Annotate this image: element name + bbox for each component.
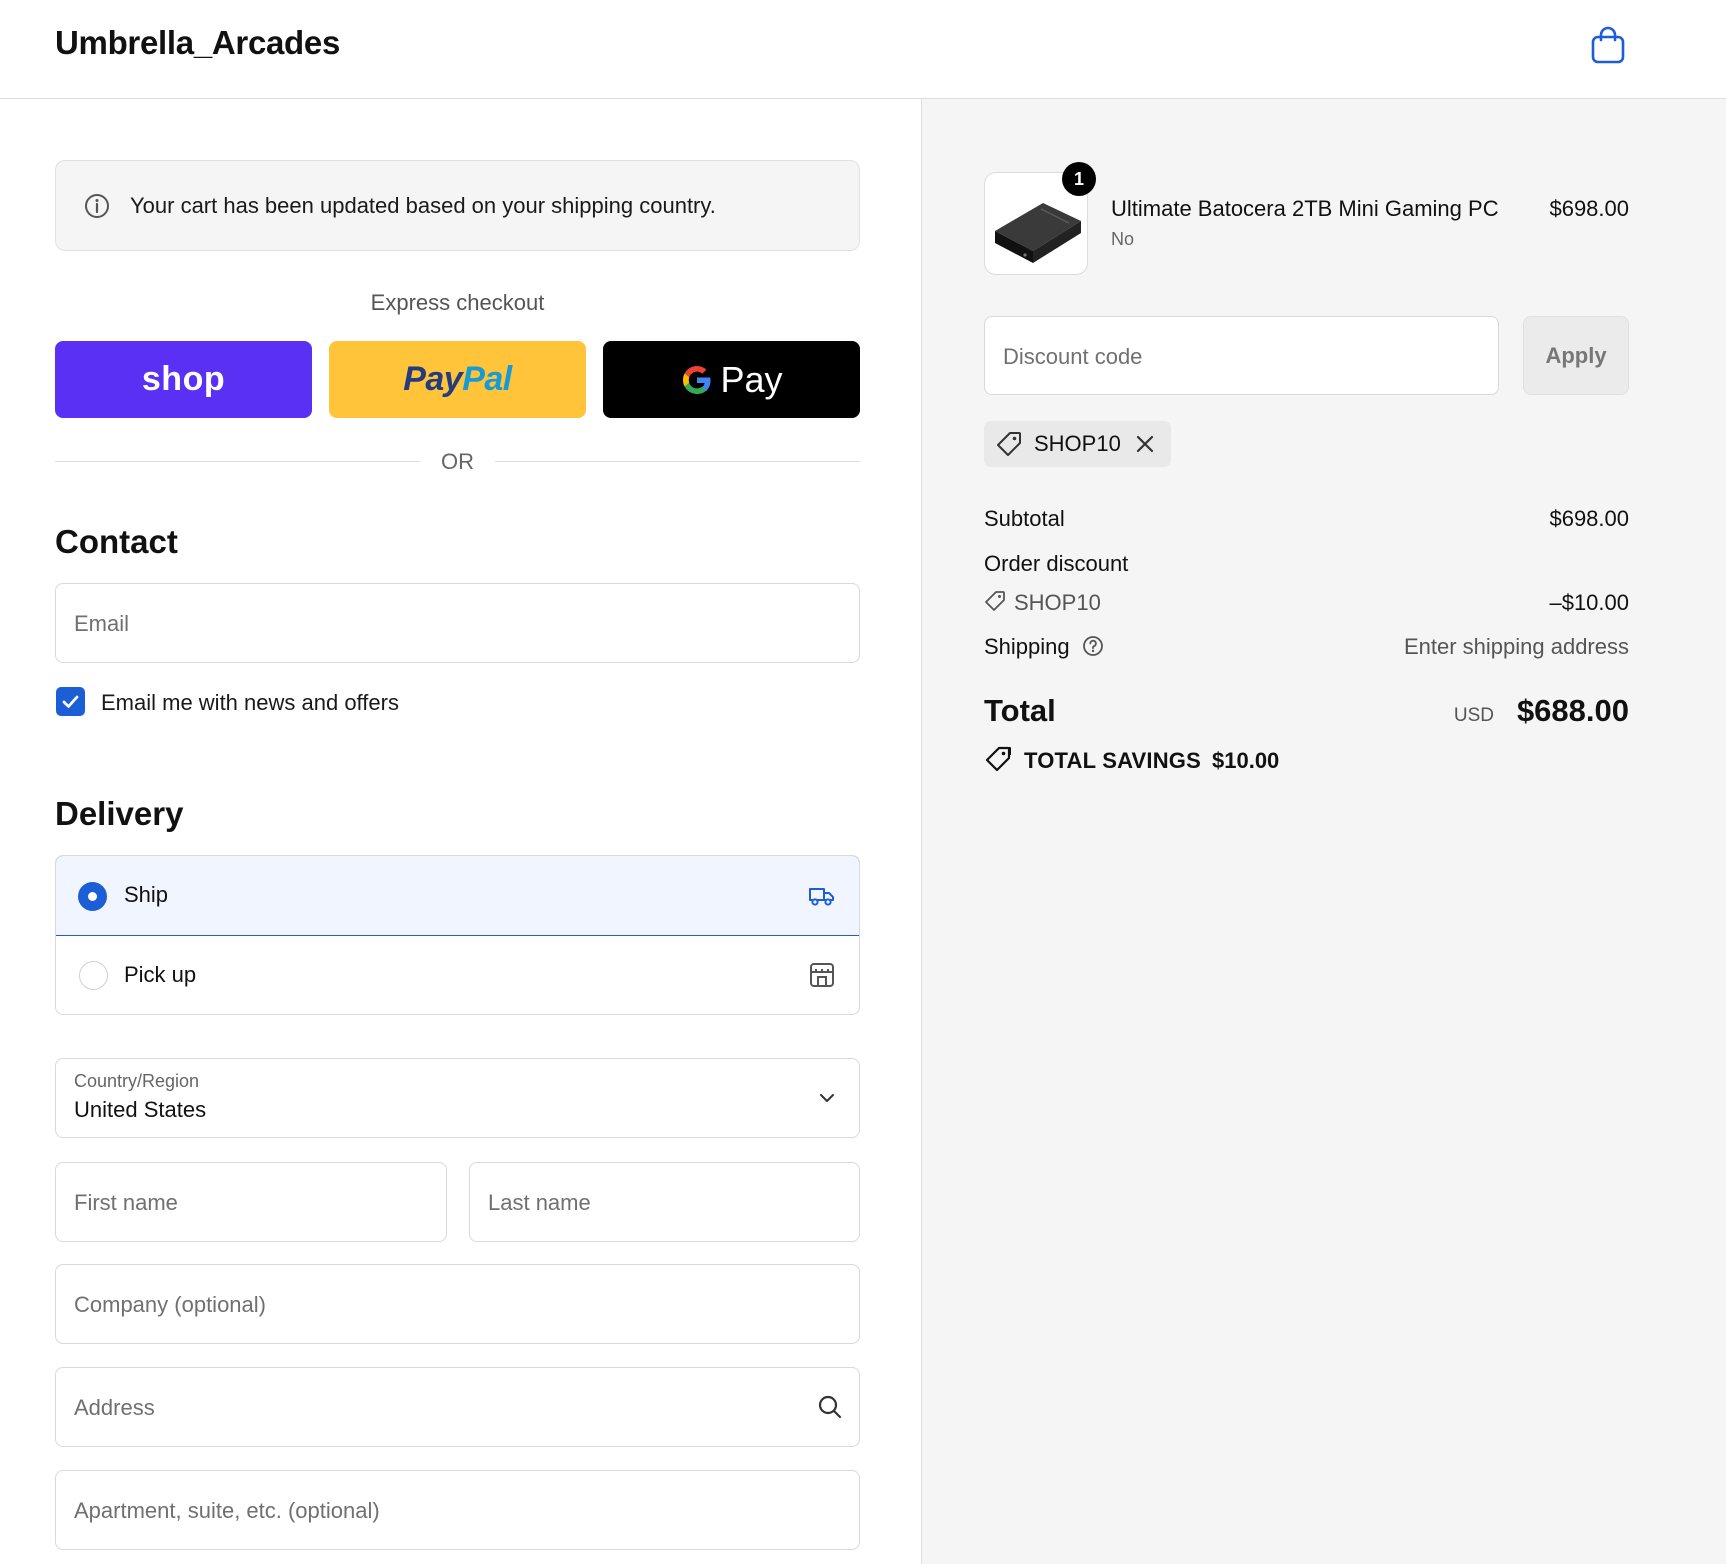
remove-discount-icon[interactable] (1134, 433, 1156, 455)
subtotal-label: Subtotal (984, 506, 1065, 531)
paypal-button[interactable]: PayPal (329, 341, 586, 418)
apply-discount-button[interactable]: Apply (1523, 316, 1629, 395)
google-pay-label: Pay (720, 358, 783, 400)
paypal-logo: PayPal (403, 360, 512, 399)
first-name-placeholder: First name (74, 1190, 178, 1215)
google-pay-logo: Pay (680, 358, 783, 401)
first-name-field[interactable]: First name (55, 1162, 447, 1242)
total-value: $688.00 (1516, 693, 1629, 728)
address-placeholder: Address (74, 1395, 155, 1420)
shopping-bag-icon[interactable] (1590, 26, 1626, 64)
apartment-placeholder: Apartment, suite, etc. (optional) (74, 1498, 380, 1523)
or-divider-left (55, 461, 420, 462)
product-price: $698.00 (1549, 196, 1629, 221)
product-variant: No (1111, 229, 1135, 249)
header: Umbrella_Arcades (0, 0, 1726, 99)
country-select[interactable]: Country/Region United States (55, 1058, 860, 1138)
last-name-placeholder: Last name (488, 1190, 591, 1215)
total-savings-value: $10.00 (1212, 748, 1280, 773)
notice-text: Your cart has been updated based on your… (130, 193, 716, 218)
total-currency: USD (1453, 705, 1494, 726)
help-icon[interactable] (1082, 635, 1104, 657)
pickup-radio[interactable] (79, 961, 108, 990)
store-logo[interactable]: Umbrella_Arcades (55, 24, 340, 62)
company-field[interactable]: Company (optional) (55, 1264, 860, 1344)
newsletter-checkbox[interactable] (56, 687, 85, 716)
contact-section-title: Contact (55, 523, 178, 560)
tag-icon (985, 591, 1005, 611)
ship-label: Ship (124, 882, 169, 907)
google-pay-button[interactable]: Pay (603, 341, 860, 418)
chevron-down-icon (820, 1094, 834, 1102)
shipping-value: Enter shipping address (1403, 634, 1629, 659)
order-discount-label: Order discount (984, 551, 1129, 576)
google-g-icon (683, 365, 711, 394)
cart-updated-notice: Your cart has been updated based on your… (55, 160, 860, 251)
or-divider-text: OR (441, 449, 474, 474)
store-icon (810, 963, 834, 987)
total-label: Total (984, 693, 1056, 728)
ship-radio[interactable] (78, 882, 107, 911)
email-field[interactable]: Email (55, 583, 860, 663)
discount-code-input[interactable]: Discount code (984, 316, 1499, 395)
applied-discount-chip: SHOP10 (984, 421, 1171, 467)
paypal-logo-part-1: Pay (403, 360, 463, 398)
discount-value: –$10.00 (1549, 590, 1629, 615)
delivery-method-group: Ship Pick up (55, 855, 860, 1015)
truck-icon (809, 888, 834, 906)
delivery-section-title: Delivery (55, 795, 184, 832)
shop-pay-logo: shop (141, 360, 226, 398)
address-field[interactable]: Address (55, 1367, 860, 1447)
newsletter-label: Email me with news and offers (101, 690, 399, 715)
product-name: Ultimate Batocera 2TB Mini Gaming PC (1111, 196, 1499, 221)
info-icon (85, 194, 109, 218)
applied-code-text: SHOP10 (1034, 431, 1121, 456)
checkmark-icon (62, 695, 79, 708)
country-value: United States (74, 1097, 207, 1122)
search-icon[interactable] (817, 1394, 843, 1420)
discount-placeholder: Discount code (1003, 344, 1143, 369)
quantity-badge: 1 (1062, 162, 1096, 196)
last-name-field[interactable]: Last name (469, 1162, 860, 1242)
email-placeholder: Email (74, 611, 130, 636)
company-placeholder: Company (optional) (74, 1292, 266, 1317)
tag-icon (997, 432, 1021, 456)
paypal-logo-part-2: Pal (462, 360, 512, 398)
subtotal-value: $698.00 (1549, 506, 1629, 531)
discount-code-label: SHOP10 (1014, 590, 1101, 615)
apartment-field[interactable]: Apartment, suite, etc. (optional) (55, 1470, 860, 1550)
express-checkout-title: Express checkout (370, 290, 545, 315)
shipping-label: Shipping (984, 634, 1070, 659)
savings-tag-icon (985, 746, 1011, 772)
shop-pay-button[interactable]: shop (55, 341, 312, 418)
pickup-label: Pick up (124, 962, 197, 987)
delivery-option-ship[interactable]: Ship (56, 856, 859, 936)
total-savings-label: TOTAL SAVINGS (1024, 748, 1201, 773)
delivery-option-pickup[interactable]: Pick up (56, 936, 859, 1014)
country-label: Country/Region (74, 1071, 200, 1091)
or-divider-right (495, 461, 860, 462)
